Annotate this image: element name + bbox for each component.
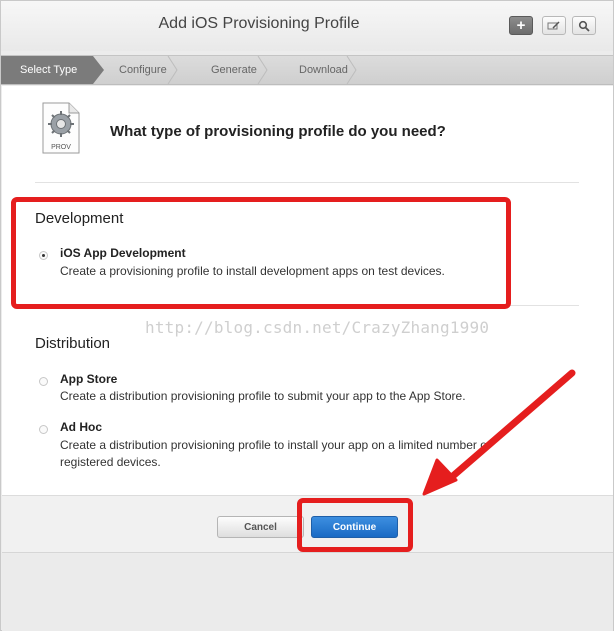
page-question: What type of provisioning profile do you…: [110, 123, 446, 140]
radio-ad-hoc[interactable]: [39, 425, 48, 434]
window-title: Add iOS Provisioning Profile: [158, 15, 360, 32]
chevron-right-icon: [167, 56, 178, 84]
step-download: Download: [299, 64, 348, 76]
continue-highlight-box: [297, 498, 413, 552]
background-area: [2, 554, 613, 631]
cancel-button[interactable]: Cancel: [217, 516, 304, 538]
step-select-type: Select Type: [1, 56, 104, 84]
step-configure: Configure: [119, 64, 167, 76]
option-label-app-store[interactable]: App Store: [60, 372, 117, 386]
option-label-ad-hoc[interactable]: Ad Hoc: [60, 420, 102, 434]
development-highlight-box: [11, 197, 511, 309]
distribution-heading: Distribution: [35, 335, 111, 352]
plus-icon[interactable]: +: [509, 16, 533, 35]
chevron-right-icon: [257, 56, 268, 84]
edit-icon[interactable]: [542, 16, 566, 35]
option-desc-app-store: Create a distribution provisioning profi…: [60, 389, 466, 403]
search-icon[interactable]: [572, 16, 596, 35]
divider: [35, 182, 579, 183]
title-bar: Add iOS Provisioning Profile +: [1, 1, 613, 51]
option-desc-ad-hoc-line1: Create a distribution provisioning profi…: [60, 438, 491, 452]
prov-label: PROV: [51, 144, 71, 151]
option-desc-ad-hoc-line2: registered devices.: [60, 455, 161, 469]
step-progress-bar: Select Type Configure Generate Download: [1, 55, 613, 85]
radio-app-store[interactable]: [39, 377, 48, 386]
provisioning-profile-icon: PROV: [42, 102, 80, 154]
step-generate: Generate: [211, 64, 257, 76]
watermark: http://blog.csdn.net/CrazyZhang1990: [145, 318, 490, 337]
